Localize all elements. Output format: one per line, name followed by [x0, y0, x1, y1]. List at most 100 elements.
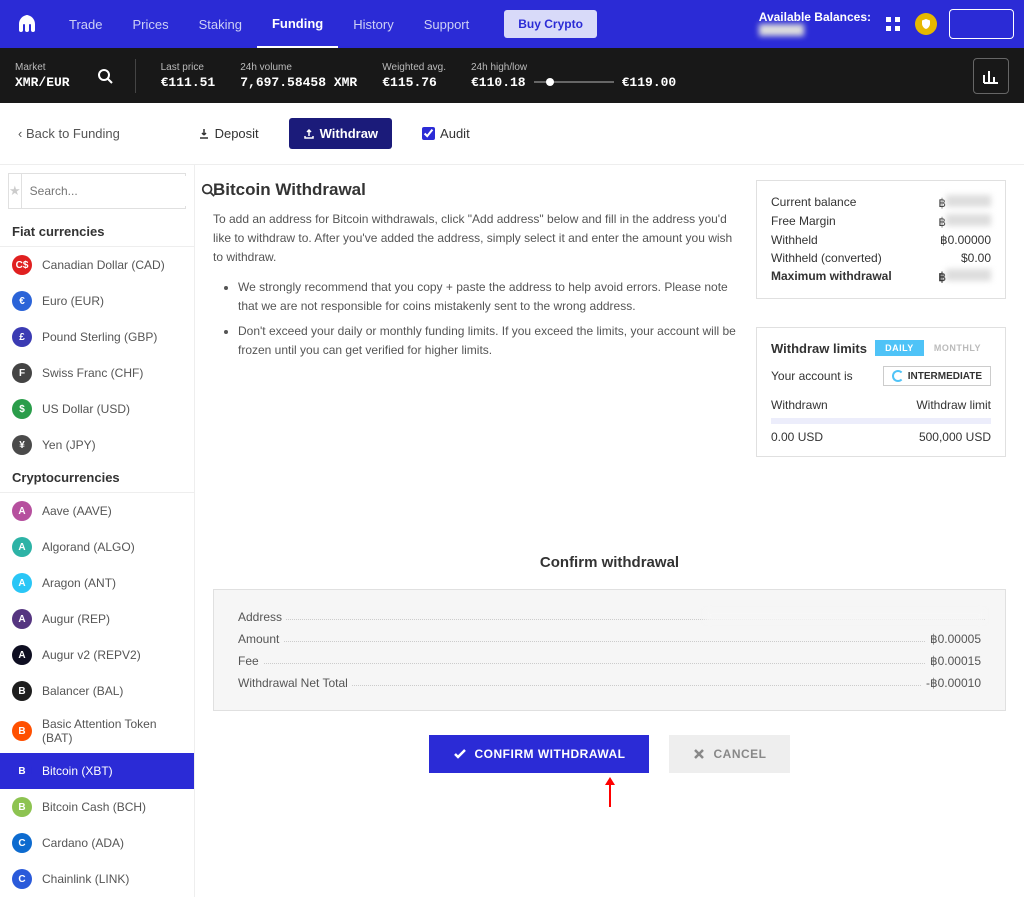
currency-icon: C: [12, 833, 32, 853]
currency-icon: B: [12, 761, 32, 781]
nav-trade[interactable]: Trade: [54, 0, 117, 48]
range-slider: [534, 81, 614, 83]
currency-icon: B: [12, 721, 32, 741]
audit-checkbox[interactable]: [422, 127, 435, 140]
account-menu[interactable]: [949, 9, 1014, 39]
sidebar-item-ant[interactable]: A Aragon (ANT): [0, 565, 194, 601]
market-label: Market: [15, 62, 70, 73]
buy-crypto-button[interactable]: Buy Crypto: [504, 10, 597, 38]
balance-panel: Current balance฿ Free Margin฿ Withheld฿0…: [756, 180, 1006, 299]
last-price: €111.51: [161, 75, 216, 90]
tab-deposit[interactable]: Deposit: [188, 120, 269, 147]
currency-icon: $: [12, 399, 32, 419]
currency-label: Swiss Franc (CHF): [42, 366, 143, 380]
currency-label: Yen (JPY): [42, 438, 96, 452]
currency-label: Aragon (ANT): [42, 576, 116, 590]
sidebar-item-chf[interactable]: F Swiss Franc (CHF): [0, 355, 194, 391]
upload-icon: [303, 128, 315, 140]
currency-icon: A: [12, 609, 32, 629]
currency-label: Euro (EUR): [42, 294, 104, 308]
back-to-funding-link[interactable]: ‹ Back to Funding: [18, 126, 120, 141]
sidebar-item-eur[interactable]: € Euro (EUR): [0, 283, 194, 319]
range-high: €119.00: [622, 75, 677, 90]
sidebar-item-usd[interactable]: $ US Dollar (USD): [0, 391, 194, 427]
currency-icon: B: [12, 797, 32, 817]
tier-badge: INTERMEDIATE: [883, 366, 991, 386]
limits-tab-monthly[interactable]: MONTHLY: [924, 340, 991, 356]
limit-progress-bar: [771, 418, 991, 424]
fee-value: ฿0.00015: [926, 654, 985, 668]
search-market-icon[interactable]: [95, 66, 115, 86]
top-nav: Trade Prices Staking Funding History Sup…: [0, 0, 1024, 48]
currency-icon: ¥: [12, 435, 32, 455]
sidebar-item-link[interactable]: CChainlink (LINK): [0, 861, 194, 897]
nav-support[interactable]: Support: [409, 0, 485, 48]
currency-label: Aave (AAVE): [42, 504, 112, 518]
currency-icon: A: [12, 537, 32, 557]
currency-label: Augur v2 (REPV2): [42, 648, 141, 662]
x-icon: [693, 748, 705, 760]
weighted-avg: €115.76: [382, 75, 446, 90]
sidebar-item-bch[interactable]: B Bitcoin Cash (BCH): [0, 789, 194, 825]
currency-label: US Dollar (USD): [42, 402, 130, 416]
sidebar-item-cad[interactable]: C$Canadian Dollar (CAD): [0, 247, 194, 283]
market-pair[interactable]: XMR/EUR: [15, 75, 70, 90]
grid-icon[interactable]: [883, 14, 903, 34]
currency-label: Bitcoin Cash (BCH): [42, 800, 146, 814]
confirm-panel: Address Amount฿0.00005 Fee฿0.00015 Withd…: [213, 589, 1006, 711]
shield-icon[interactable]: [915, 13, 937, 35]
currency-label: Basic Attention Token (BAT): [42, 717, 182, 745]
withheld-converted-value: $0.00: [961, 251, 991, 265]
crypto-header: Cryptocurrencies: [0, 463, 194, 493]
tab-audit[interactable]: Audit: [412, 120, 480, 147]
chart-toggle-icon[interactable]: [973, 58, 1009, 94]
nav-prices[interactable]: Prices: [117, 0, 183, 48]
limits-tab-daily[interactable]: DAILY: [875, 340, 924, 356]
limits-panel: Withdraw limits DAILY MONTHLY Your accou…: [756, 327, 1006, 457]
available-balances-label: Available Balances:: [759, 10, 871, 39]
net-total-value: -฿0.00010: [922, 676, 985, 690]
funding-tabs: ‹ Back to Funding Deposit Withdraw Audit: [0, 103, 1024, 165]
nav-history[interactable]: History: [338, 0, 408, 48]
instruction-bullet: We strongly recommend that you copy + pa…: [238, 278, 736, 316]
address-value-hidden: [705, 610, 985, 622]
currency-icon: €: [12, 291, 32, 311]
balance-value-hidden: [759, 24, 804, 36]
cancel-button[interactable]: CANCEL: [669, 735, 790, 773]
sidebar-item-bat[interactable]: B Basic Attention Token (BAT): [0, 709, 194, 753]
tab-withdraw[interactable]: Withdraw: [289, 118, 392, 149]
currency-label: Algorand (ALGO): [42, 540, 135, 554]
sidebar-item-xbt[interactable]: BBitcoin (XBT): [0, 753, 194, 789]
withheld-value: ฿0.00000: [940, 233, 991, 247]
currency-label: Balancer (BAL): [42, 684, 123, 698]
sidebar-item-bal[interactable]: B Balancer (BAL): [0, 673, 194, 709]
currency-icon: F: [12, 363, 32, 383]
favorites-star-icon[interactable]: ★: [9, 174, 22, 208]
confirm-withdrawal-button[interactable]: CONFIRM WITHDRAWAL: [429, 735, 650, 773]
sidebar-item-repv2[interactable]: A Augur v2 (REPV2): [0, 637, 194, 673]
currency-icon: A: [12, 645, 32, 665]
amount-value: ฿0.00005: [926, 632, 985, 646]
currency-icon: C$: [12, 255, 32, 275]
instruction-bullet: Don't exceed your daily or monthly fundi…: [238, 322, 736, 360]
sidebar-item-ada[interactable]: CCardano (ADA): [0, 825, 194, 861]
sidebar-item-jpy[interactable]: ¥ Yen (JPY): [0, 427, 194, 463]
page-description: To add an address for Bitcoin withdrawal…: [213, 210, 736, 268]
sidebar-item-rep[interactable]: AAugur (REP): [0, 601, 194, 637]
sidebar-item-algo[interactable]: A Algorand (ALGO): [0, 529, 194, 565]
currency-icon: B: [12, 681, 32, 701]
confirm-title: Confirm withdrawal: [213, 554, 1006, 571]
nav-staking[interactable]: Staking: [184, 0, 257, 48]
nav-funding[interactable]: Funding: [257, 0, 338, 48]
sidebar-item-gbp[interactable]: £Pound Sterling (GBP): [0, 319, 194, 355]
currency-icon: A: [12, 573, 32, 593]
kraken-logo-icon: [16, 12, 40, 36]
check-icon: [453, 747, 467, 761]
withdrawn-value: 0.00 USD: [771, 430, 823, 444]
limit-value: 500,000 USD: [919, 430, 991, 444]
sidebar-item-aave[interactable]: AAave (AAVE): [0, 493, 194, 529]
market-bar: Market XMR/EUR Last price€111.51 24h vol…: [0, 48, 1024, 103]
search-input[interactable]: [22, 176, 193, 206]
tier-circle-icon: [892, 370, 904, 382]
fiat-header: Fiat currencies: [0, 217, 194, 247]
